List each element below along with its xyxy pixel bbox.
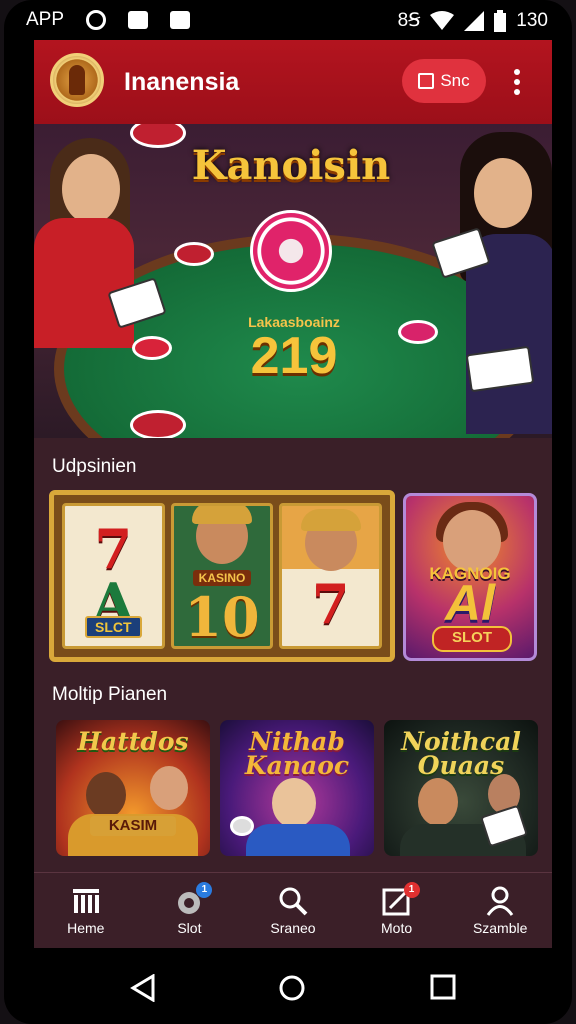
right-dealer-head	[474, 158, 532, 228]
app-logo[interactable]	[50, 53, 104, 107]
nav-label: Heme	[67, 920, 105, 936]
app-header: Inanensia Snc	[34, 40, 552, 124]
nav-badge: 1	[196, 882, 213, 898]
status-indicator-text: 8Ꞩ	[397, 10, 421, 31]
profile-icon	[486, 886, 514, 916]
character-face-icon	[300, 509, 361, 571]
search-icon	[279, 887, 308, 916]
nav-item-profile[interactable]: Szamble	[448, 873, 552, 948]
chip-icon	[174, 242, 214, 266]
signal-icon	[464, 10, 485, 31]
nav-item-home[interactable]: Heme	[34, 873, 138, 948]
left-dealer-head	[62, 154, 120, 224]
reel-banner: SLCT	[85, 616, 142, 638]
back-icon[interactable]	[130, 974, 156, 1002]
more-dot-icon	[514, 69, 520, 75]
bottom-navigation: Heme 1 Slot Sraneo 1 Moto Szamble	[34, 872, 552, 948]
section-title-first: Udpsinien	[52, 456, 137, 477]
chip-icon	[230, 816, 254, 836]
header-action-label: Snc	[440, 71, 470, 90]
more-dot-icon	[514, 89, 520, 95]
game-title: Nithab Kanaoc	[244, 727, 350, 780]
chip-icon	[130, 410, 186, 438]
app-screen: Inanensia Snc Kanoisin Lakaasboainz 219 …	[34, 40, 552, 948]
app-title: Inanensia	[124, 68, 240, 96]
status-bar: APP 8Ꞩ 130	[14, 0, 562, 40]
reel-symbol: 7	[311, 572, 350, 636]
nav-label: Moto	[381, 920, 413, 936]
chip-icon	[398, 320, 438, 344]
wifi-icon	[430, 10, 455, 30]
featured-game-badge: SLOT	[432, 626, 512, 652]
battery-icon	[494, 9, 507, 32]
left-dealer-body	[34, 218, 134, 348]
nav-item-moto[interactable]: 1 Moto	[345, 873, 449, 948]
recent-apps-icon[interactable]	[430, 974, 456, 1000]
nav-item-slot[interactable]: 1 Slot	[138, 873, 242, 948]
left-dealer	[34, 138, 204, 438]
hero-title: Kanoisin	[191, 142, 391, 189]
nav-badge: 1	[403, 882, 420, 898]
hero-banner[interactable]: Kanoisin Lakaasboainz 219	[34, 124, 552, 438]
hero-number: 219	[250, 327, 338, 385]
home-grid-icon	[72, 889, 99, 913]
game-card-2[interactable]: Nithab Kanaoc	[220, 720, 374, 856]
big-poker-chip-icon	[250, 210, 332, 292]
slot-reel-2: KASINO 10	[170, 503, 274, 649]
home-icon[interactable]	[278, 974, 306, 1002]
reel-label: KASINO	[192, 570, 252, 586]
featured-game-logo: Al	[445, 575, 495, 631]
character-body	[246, 824, 350, 856]
header-action-button[interactable]: Snc	[402, 59, 486, 103]
game-title: Hattdos	[77, 727, 189, 756]
slot-reel-3: 7	[279, 503, 383, 649]
slot-machine-card[interactable]: 7 A SLCT KASINO 10 7	[49, 490, 395, 662]
character-face-icon	[86, 772, 126, 818]
edit-icon: 1	[382, 882, 420, 916]
system-navigation-bar	[34, 948, 552, 1024]
right-dealer	[414, 132, 552, 438]
character-face-icon	[272, 778, 316, 828]
game-card-3[interactable]: Noithcal Ouaas	[384, 720, 538, 856]
nav-label: Slot	[177, 920, 202, 936]
slot-icon: 1	[174, 882, 213, 916]
grid-icon	[418, 73, 435, 89]
chip-icon	[132, 336, 172, 360]
character-face-icon	[150, 766, 188, 810]
status-settings-icon	[86, 10, 107, 30]
nav-label: Szamble	[472, 920, 528, 936]
more-options-button[interactable]	[508, 66, 526, 98]
status-image-icon	[128, 11, 149, 29]
nav-label: Sraneo	[270, 920, 316, 936]
character-face-icon	[418, 778, 458, 826]
reel-symbol: 10	[184, 585, 260, 649]
featured-game-card[interactable]: KAGNOIG Al SLOT	[403, 493, 537, 661]
game-badge: KASIM	[90, 816, 176, 836]
status-time: 130	[516, 9, 548, 31]
game-card-1[interactable]: Hattdos KASIM	[56, 720, 210, 856]
slot-reel-1: 7 A SLCT	[62, 503, 165, 649]
status-notification-icon	[170, 11, 191, 29]
phone-frame: APP 8Ꞩ 130 Inanensia Snc Kanoisin Lakaas…	[4, 0, 572, 1024]
status-app-label: APP	[26, 9, 65, 30]
more-dot-icon	[514, 79, 520, 85]
character-face-icon	[192, 506, 252, 564]
nav-item-search[interactable]: Sraneo	[241, 873, 345, 948]
character-face-icon	[443, 510, 501, 572]
section-title-second: Moltip Pianen	[52, 684, 168, 705]
game-title: Noithcal Ouaas	[401, 727, 521, 780]
reel-symbol: 7	[94, 517, 133, 581]
